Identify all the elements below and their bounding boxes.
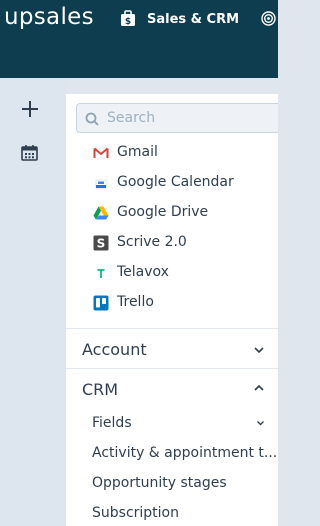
app-label: Gmail — [117, 144, 158, 160]
search-box[interactable] — [76, 103, 278, 133]
trello-icon — [93, 295, 109, 311]
scrive-icon: S — [93, 235, 109, 251]
app-label: Scrive 2.0 — [117, 234, 187, 250]
crm-item-activity-types[interactable]: Activity & appointment t... — [92, 445, 277, 461]
crm-item-fields[interactable]: Fields — [92, 415, 132, 431]
section-account[interactable]: Account — [82, 340, 147, 359]
google-drive-icon — [93, 206, 109, 220]
app-item-telavox[interactable]: Telavox — [93, 263, 278, 283]
plus-icon[interactable] — [19, 98, 41, 120]
app-item-google-drive[interactable]: Google Drive — [93, 203, 278, 223]
top-bar: upsales $ Sales & CRM — [0, 0, 278, 78]
briefcase-icon: $ — [121, 10, 135, 27]
google-calendar-icon — [95, 179, 107, 189]
svg-text:$: $ — [125, 17, 131, 27]
product-switcher[interactable]: Sales & CRM — [147, 12, 239, 27]
chevron-down-icon[interactable] — [256, 420, 265, 426]
crm-item-subscription[interactable]: Subscription — [92, 505, 179, 521]
app-label: Google Drive — [117, 204, 209, 220]
svg-text:S: S — [97, 237, 106, 251]
app-label: Trello — [117, 294, 154, 310]
section-crm[interactable]: CRM — [82, 380, 118, 399]
divider — [66, 368, 278, 369]
app-item-google-calendar[interactable]: Google Calendar — [93, 173, 278, 193]
app-item-scrive[interactable]: S Scrive 2.0 — [93, 233, 278, 253]
app-label: Google Calendar — [117, 174, 234, 190]
chevron-down-icon[interactable] — [253, 346, 265, 354]
telavox-icon — [97, 269, 105, 278]
crm-item-opportunity-stages[interactable]: Opportunity stages — [92, 475, 227, 491]
radar-icon[interactable] — [261, 11, 276, 26]
chevron-up-icon[interactable] — [253, 384, 265, 392]
app-label: Telavox — [117, 264, 169, 280]
calendar-icon[interactable] — [21, 144, 38, 161]
search-icon — [85, 112, 99, 126]
brand-logo[interactable]: upsales — [4, 4, 94, 30]
divider — [66, 328, 278, 329]
search-input[interactable] — [107, 108, 275, 128]
app-item-trello[interactable]: Trello — [93, 293, 278, 313]
gmail-icon — [93, 147, 109, 159]
app-item-gmail[interactable]: Gmail — [93, 143, 278, 163]
